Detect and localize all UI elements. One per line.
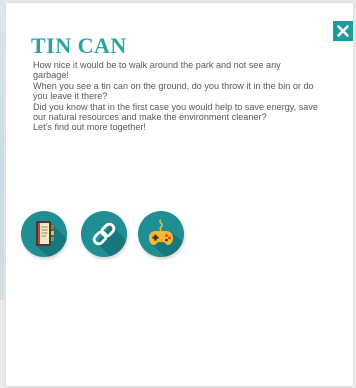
close-button[interactable] [333,21,353,41]
left-accent-strip [0,0,4,300]
link-button[interactable] [81,211,127,257]
paragraph: Let's find out more together! [33,122,146,133]
paragraph: Did you know that in the first case you … [33,101,318,123]
intro-text: How nice it would be to walk around the … [33,60,318,133]
page-title: TIN CAN [31,33,127,58]
game-button[interactable] [138,211,184,257]
paragraph: When you see a tin can on the ground, do… [33,80,314,102]
close-icon [337,25,349,37]
paragraph: How nice it would be to walk around the … [33,60,281,81]
link-icon [92,222,127,257]
book-icon [35,221,67,257]
gamepad-icon [149,219,184,257]
book-button[interactable] [21,211,67,257]
